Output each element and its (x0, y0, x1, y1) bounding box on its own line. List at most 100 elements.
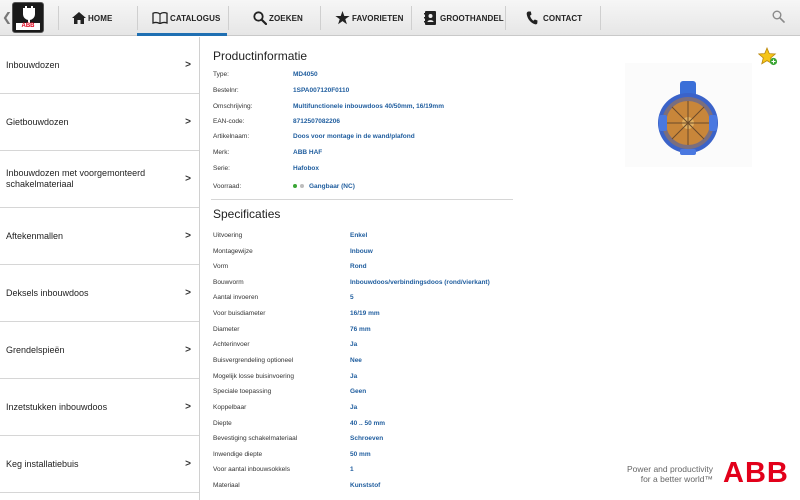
stock-key: Voorraad: (213, 182, 242, 190)
info-value: MD4050 (293, 70, 318, 78)
spec-value: 5 (350, 293, 354, 301)
app-logo[interactable]: ABB (12, 2, 44, 33)
spec-key: Buisvergrendeling optioneel (213, 356, 294, 364)
spec-key: Uitvoering (213, 231, 243, 239)
info-value: Multifunctionele inbouwdoos 40/50mm, 16/… (293, 102, 444, 110)
spec-value: 1 (350, 465, 354, 473)
nav-active-indicator (137, 33, 227, 36)
sidebar-item-aftekenmallen[interactable]: Aftekenmallen > (0, 208, 199, 265)
nav-catalogus-label: CATALOGUS (170, 13, 221, 23)
info-key: Artikelnaam: (213, 132, 250, 140)
spec-key: Aantal invoeren (213, 293, 259, 301)
spec-value: Enkel (350, 231, 368, 239)
stock-value: Gangbaar (NC) (309, 182, 355, 190)
spec-key: Speciale toepassing (213, 387, 272, 395)
spec-key: Bevestiging schakelmateriaal (213, 434, 298, 442)
info-key: Bestelnr: (213, 86, 239, 94)
search-tool-icon[interactable] (772, 10, 785, 23)
spec-value: Ja (350, 403, 358, 411)
sidebar-item-grendelspieen[interactable]: Grendelspieën > (0, 322, 199, 379)
app-logo-brand: ABB (16, 23, 40, 30)
info-key: Omschrijving: (213, 102, 253, 110)
info-value: 8712507082206 (293, 117, 340, 125)
spec-value: Schroeven (350, 434, 384, 442)
sidebar-item-gietbouwdozen[interactable]: Gietbouwdozen > (0, 94, 199, 151)
nav-favorieten-label: FAVORIETEN (352, 13, 404, 23)
sidebar-item-label: Deksels inbouwdoos (6, 287, 89, 298)
sidebar-item-label: Aftekenmallen (6, 230, 64, 241)
nav-separator (600, 6, 601, 30)
stock-status: Gangbaar (NC) (293, 183, 355, 190)
nav-separator (228, 6, 229, 30)
nav-home[interactable]: HOME (72, 0, 112, 36)
spec-value: 76 mm (350, 325, 371, 333)
product-detail-panel: Productinformatie Type: MD4050 Bestelnr:… (201, 37, 800, 500)
nav-separator (320, 6, 321, 30)
abb-logo-text: ABB (723, 457, 787, 485)
add-favorite-star-icon[interactable] (758, 47, 778, 66)
spec-key: Voor aantal inbouwsokkels (213, 465, 290, 473)
brand-tagline: Power and productivity for a better worl… (617, 464, 713, 484)
chevron-right-icon: > (185, 401, 191, 413)
tagline-line-2: for a better world™ (640, 474, 713, 484)
spec-key: Koppelbaar (213, 403, 247, 411)
tagline-line-1: Power and productivity (627, 464, 713, 474)
chevron-right-icon: > (185, 287, 191, 299)
nav-zoeken-label: ZOEKEN (269, 13, 303, 23)
spec-key: Bouwvorm (213, 278, 244, 286)
info-key: Merk: (213, 148, 230, 156)
nav-favorieten[interactable]: FAVORIETEN (335, 0, 404, 36)
nav-separator (505, 6, 506, 30)
spec-key: Montagewijze (213, 247, 253, 255)
nav-home-label: HOME (88, 13, 113, 23)
sidebar-item-inbouwdozen[interactable]: Inbouwdozen > (0, 37, 199, 94)
spec-value: Ja (350, 372, 358, 380)
sidebar-item-deksels[interactable]: Deksels inbouwdoos > (0, 265, 199, 322)
sidebar-item-label: Inbouwdozen met voorgemonteerd schakelma… (6, 168, 146, 189)
spec-value: Geen (350, 387, 367, 395)
info-value: Doos voor montage in de wand/plafond (293, 132, 415, 140)
star-icon (335, 11, 350, 25)
spec-key: Materiaal (213, 481, 240, 489)
spec-value: 50 mm (350, 450, 371, 458)
nav-groothandel[interactable]: GROOTHANDEL (424, 0, 504, 36)
category-sidebar: Inbouwdozen > Gietbouwdozen > Inbouwdoze… (0, 37, 200, 500)
nav-contact[interactable]: CONTACT (526, 0, 582, 36)
product-info-title: Productinformatie (213, 49, 308, 63)
sidebar-item-inzetstukken[interactable]: Inzetstukken inbouwdoos > (0, 379, 199, 436)
phone-icon (526, 11, 538, 25)
stock-indicator-icon (293, 183, 304, 188)
sidebar-item-label: Inbouwdozen (6, 59, 60, 70)
spec-key: Voor buisdiameter (213, 309, 266, 317)
nav-catalogus[interactable]: CATALOGUS (152, 0, 220, 36)
chevron-right-icon: > (185, 116, 191, 128)
sidebar-item-label: Inzetstukken inbouwdoos (6, 401, 108, 412)
info-value: Hafobox (293, 164, 319, 172)
home-icon (72, 12, 86, 24)
top-nav-bar: ❮ ABB HOME CATALOGUS ZOEKEN FAVORIETEN G… (0, 0, 800, 36)
specs-title: Specificaties (213, 207, 281, 221)
spec-value: Nee (350, 356, 362, 364)
spec-value: 40 .. 50 mm (350, 419, 386, 427)
nav-separator (411, 6, 412, 30)
spec-key: Diepte (213, 419, 232, 427)
spec-value: Inbouwdoos/verbindingsdoos (rond/vierkan… (350, 278, 490, 286)
sidebar-item-label: Grendelspieën (6, 344, 65, 355)
nav-separator (137, 6, 138, 30)
section-divider (211, 199, 513, 200)
sidebar-item-label: Keg installatiebuis (6, 458, 79, 469)
search-icon (253, 11, 267, 25)
sidebar-item-keg-installatiebuis[interactable]: Keg installatiebuis > (0, 436, 199, 493)
nav-zoeken[interactable]: ZOEKEN (253, 0, 303, 36)
sidebar-item-inbouwdozen-voorgemonteerd[interactable]: Inbouwdozen met voorgemonteerd schakelma… (0, 151, 199, 208)
address-book-icon (424, 11, 436, 25)
spec-key: Diameter (213, 325, 240, 333)
chevron-right-icon: > (185, 458, 191, 470)
abb-logo: ABB (723, 457, 787, 485)
chevron-right-icon: > (185, 59, 191, 71)
nav-separator (58, 6, 59, 30)
spec-value: Inbouw (350, 247, 373, 255)
back-arrow-icon[interactable]: ❮ (2, 10, 12, 24)
spec-value: Ja (350, 340, 358, 348)
chevron-right-icon: > (185, 173, 191, 185)
